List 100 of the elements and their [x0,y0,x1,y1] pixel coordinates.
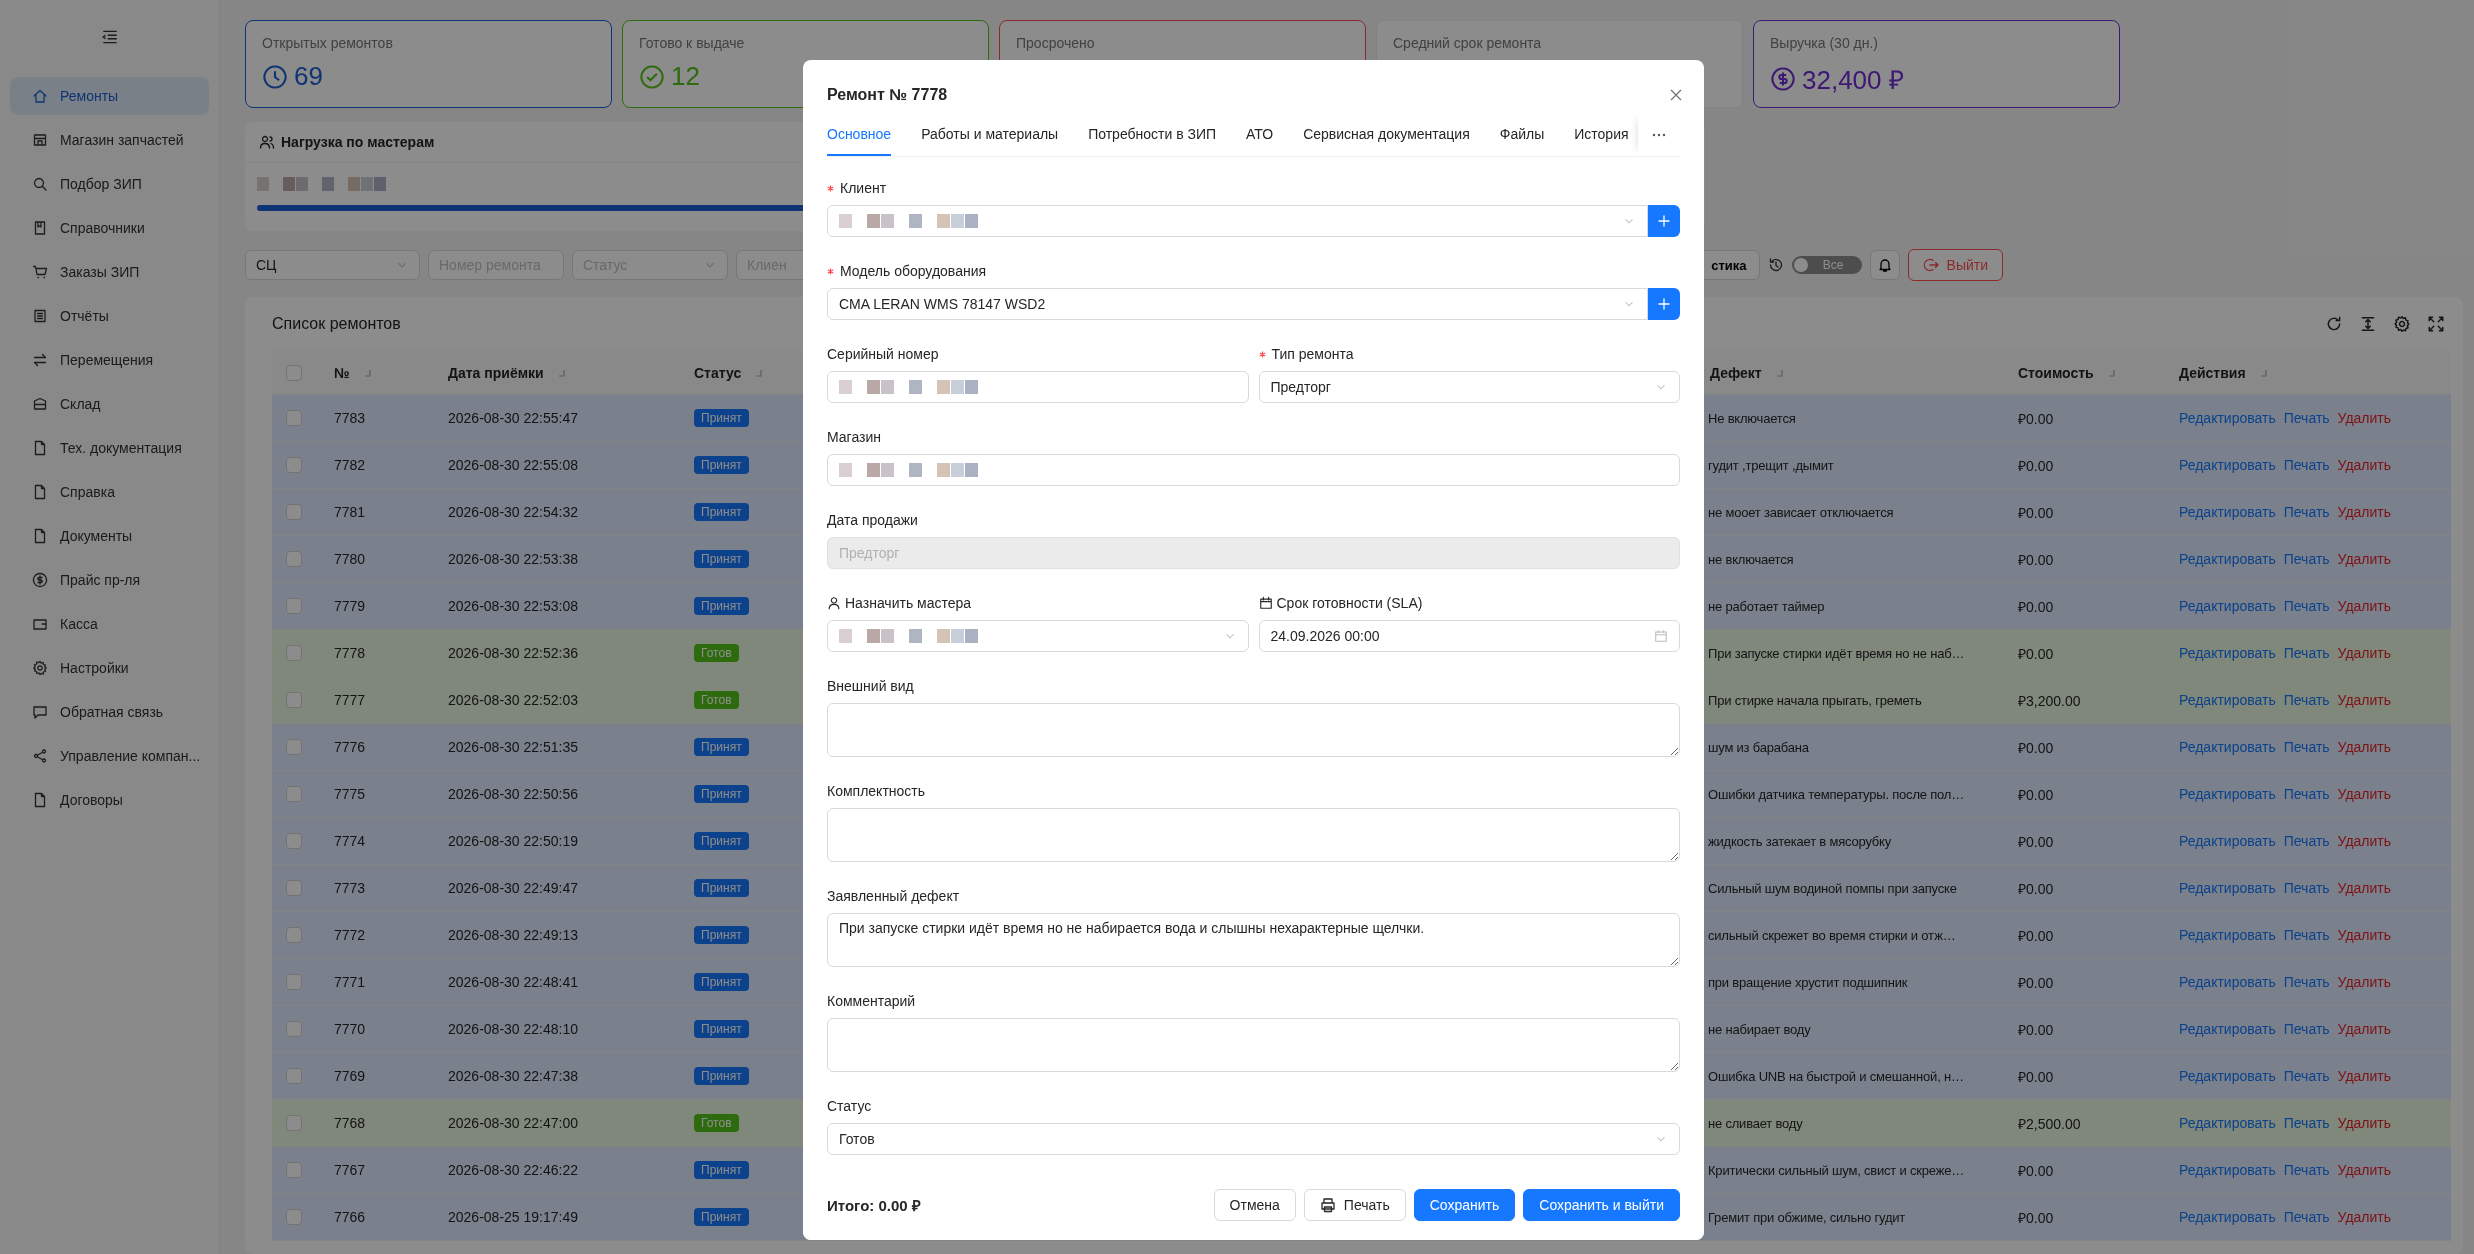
status-tag: Принят [694,1161,749,1179]
table-cell-text: ₽2,500.00 [2018,1114,2081,1133]
table-cell: 2026-08-30 22:53:08 [448,598,578,614]
table-cell-text: ₽0.00 [2018,785,2054,804]
table-cell: 7766 [334,1209,366,1225]
status-tag: Принят [694,1208,749,1226]
stat-value: 69 [294,61,323,92]
stat-label: Выручка (30 дн.) [1770,35,1879,51]
table-cell: 7771 [334,974,366,990]
table-cell: 7767 [334,1162,366,1178]
table-cell-text: ₽0.00 [2018,644,2054,663]
stat-label: Средний срок ремонта [1393,35,1543,51]
table-cell: шум из барабана [1708,739,1809,755]
table-cell: 2026-08-30 22:55:47 [448,410,578,426]
table-cell: 7781 [334,504,366,520]
stat-value: 12 [671,61,700,92]
table-cell-text: ₽0.00 [2018,1067,2054,1086]
field-label: Комплектность [827,783,926,799]
table-cell: 2026-08-30 22:48:10 [448,1021,578,1037]
table-cell-text: ₽0.00 [2018,1020,2054,1039]
status-tag: Принят [694,1020,749,1038]
stat-label: Открытых ремонтов [262,35,394,51]
table-cell: 2026-08-30 22:53:38 [448,551,578,567]
table-cell: 2026-08-30 22:55:08 [448,457,578,473]
field-label: Назначить мастера [845,595,972,611]
status-tag: Принят [694,1067,749,1085]
table-cell-text: ₽0.00 [2018,409,2054,428]
table-cell: Ошибка UNB на быстрой и смешанной, н… [1708,1068,1964,1084]
table-cell-text: ₽0.00 [2018,973,2054,992]
status-tag: Принят [694,832,749,850]
table-cell: Ошибки датчика температуры. после пол… [1708,786,1964,802]
status-tag: Принят [694,597,749,615]
table-cell: 7779 [334,598,366,614]
table-cell-text: ₽0.00 [2018,456,2054,475]
table-cell: при вращение хрустит подшипник [1708,974,1908,990]
field-label: Дата продажи [827,512,918,528]
total-amount: Итого: 0.00 ₽ [827,1196,921,1215]
field-label: Срок готовности (SLA) [1276,595,1423,611]
field-label: Серийный номер [827,346,939,362]
stat-label: Просрочено [1016,35,1096,51]
table-cell: жидкость затекает в мясорубку [1708,833,1892,849]
table-cell: не набирает воду [1708,1021,1811,1037]
table-cell-text: ₽0.00 [2018,1208,2054,1227]
table-cell: 2026-08-30 22:52:03 [448,692,578,708]
field-label: Магазин [827,429,881,445]
table-cell: 2026-08-25 19:17:49 [448,1209,578,1225]
dialog-title: Ремонт № 7778 [827,86,948,104]
table-cell: 7776 [334,739,366,755]
table-cell: 2026-08-30 22:50:19 [448,833,578,849]
status-tag: Принят [694,409,749,427]
table-cell: 2026-08-30 22:48:41 [448,974,578,990]
table-cell: 2026-08-30 22:52:36 [448,645,578,661]
table-cell: 7774 [334,833,366,849]
table-cell: 7770 [334,1021,366,1037]
status-tag: Готов [694,644,739,662]
status-tag: Принят [694,738,749,756]
table-cell-text: ₽0.00 [2018,550,2054,569]
status-tag: Принят [694,879,749,897]
table-cell: 2026-08-30 22:54:32 [448,504,578,520]
table-cell: 2026-08-30 22:51:35 [448,739,578,755]
table-cell: 7780 [334,551,366,567]
table-cell-text: ₽0.00 [2018,879,2054,898]
table-cell-text: ₽0.00 [2018,1161,2054,1180]
table-cell: 2026-08-30 22:47:38 [448,1068,578,1084]
status-tag: Готов [694,1114,739,1132]
table-cell: 7777 [334,692,366,708]
table-cell-text: ₽0.00 [2018,738,2054,757]
field-label: Статус [827,1098,872,1114]
table-cell: Не включается [1708,410,1796,426]
table-cell: 2026-08-30 22:50:56 [448,786,578,802]
table-cell: 2026-08-30 22:47:00 [448,1115,578,1131]
table-cell: 7782 [334,457,366,473]
table-cell-text: ₽0.00 [2018,832,2054,851]
table-cell: 2026-08-30 22:49:13 [448,927,578,943]
table-cell: 7768 [334,1115,366,1131]
table-cell: 2026-08-30 22:49:47 [448,880,578,896]
status-tag: Принят [694,973,749,991]
table-title: Список ремонтов [272,315,401,333]
table-cell: не работает таймер [1708,598,1825,614]
stat-label: Готово к выдаче [639,35,746,51]
table-cell: сильный скрежет во время стирки и отж… [1708,927,1956,943]
table-cell: не включается [1708,551,1794,567]
status-tag: Принят [694,785,749,803]
table-cell: Сильный шум водиной помпы при запуске [1708,880,1957,896]
status-tag: Принят [694,456,749,474]
table-cell: Критически сильный шум, свист и скреже… [1708,1162,1965,1178]
table-cell: 7773 [334,880,366,896]
status-tag: Принят [694,926,749,944]
table-cell: Гремит при обжиме, сильно гудит [1708,1209,1906,1225]
table-cell-text: ₽0.00 [2018,926,2054,945]
field-label: Тип ремонта [1271,346,1354,362]
table-cell: гудит ,трещит ,дымит [1708,457,1834,473]
table-cell: не мооет зависает отключается [1708,504,1894,520]
table-cell-text: ₽0.00 [2018,503,2054,522]
table-cell: 7783 [334,410,366,426]
field-label: Комментарий [827,993,916,1009]
status-tag: Принят [694,550,749,568]
status-tag: Готов [694,691,739,709]
table-cell: 7769 [334,1068,366,1084]
field-label: Заявленный дефект [827,888,960,904]
